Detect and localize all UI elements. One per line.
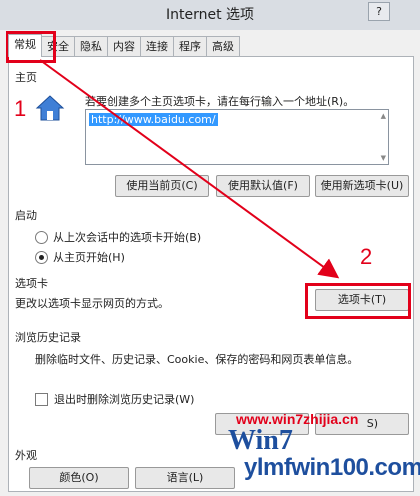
watermark-logo: Win7 xyxy=(228,425,293,456)
internet-options-dialog: Internet 选项 ? 常规 安全 隐私 内容 连接 程序 高级 主页 若要… xyxy=(0,0,420,496)
watermark-url-2: ylmfwin100.com xyxy=(244,454,420,481)
tab-general[interactable]: 常规 xyxy=(8,34,42,57)
arrow-line xyxy=(39,59,340,279)
